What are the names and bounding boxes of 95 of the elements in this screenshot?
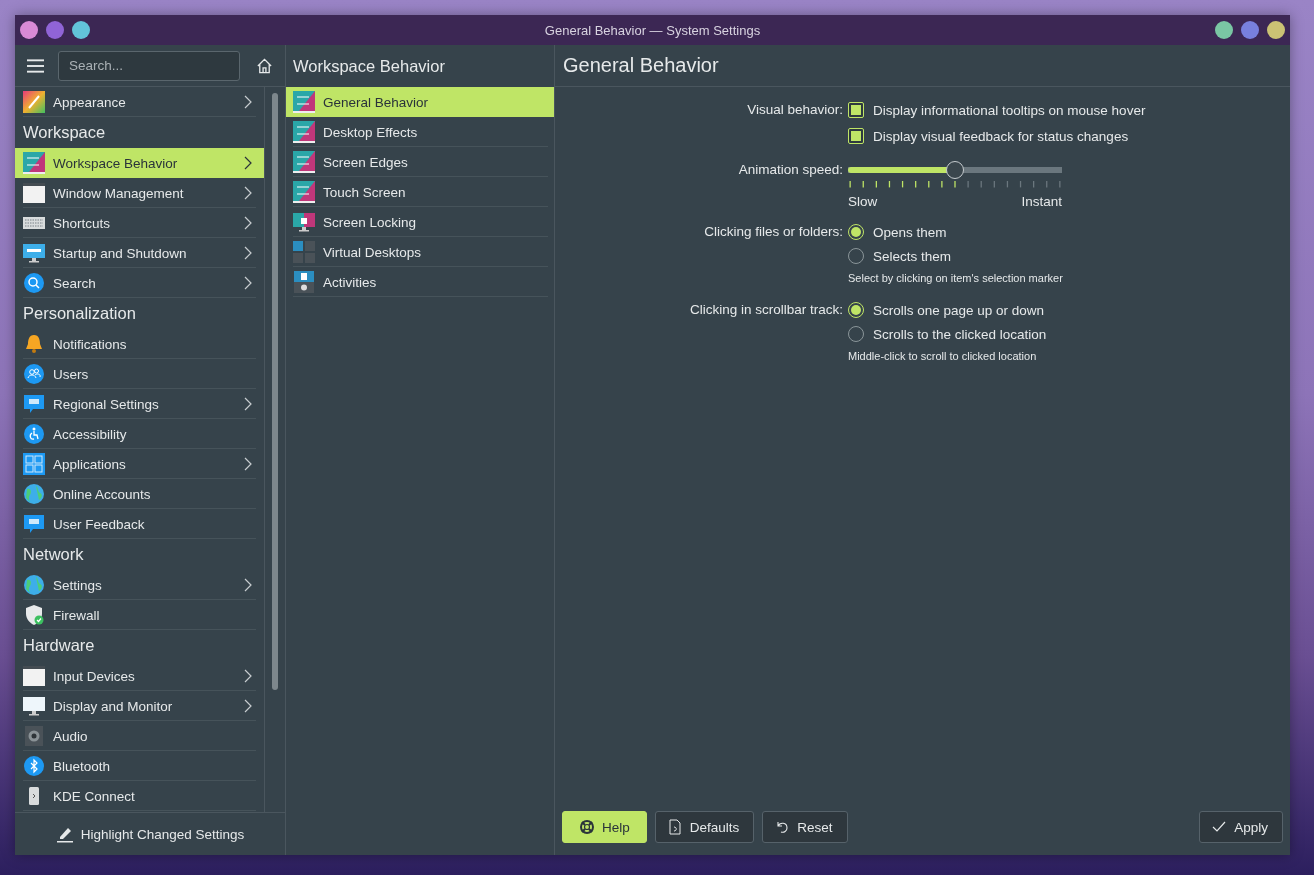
sidebar-item[interactable]: Regional Settings	[15, 389, 264, 419]
shield-icon	[23, 604, 45, 626]
slider-max-label: Instant	[1021, 194, 1062, 209]
section-heading: Network	[22, 544, 85, 565]
sidebar-item[interactable]: User Feedback	[15, 509, 264, 539]
sidebar-item[interactable]: Applications	[15, 449, 264, 479]
home-icon[interactable]	[256, 56, 273, 75]
highlight-changed-settings-button[interactable]: Highlight Changed Settings	[49, 821, 251, 847]
activities-icon	[293, 271, 315, 293]
window-icon	[23, 182, 45, 204]
window-dot-button[interactable]	[20, 21, 38, 39]
radio-label: Scrolls one page up or down	[873, 302, 1045, 318]
panel-title: Workspace Behavior	[293, 56, 445, 76]
sidebar-item[interactable]: Firewall	[15, 600, 264, 630]
monitor-icon	[293, 211, 315, 233]
sidebar-item[interactable]: Accessibility	[15, 419, 264, 449]
sidebar-item[interactable]: Settings	[15, 570, 264, 600]
sidebar-item[interactable]: Input Devices	[15, 661, 264, 691]
checkbox[interactable]	[848, 102, 864, 118]
window-dot-button[interactable]	[1241, 21, 1259, 39]
sidebar-item[interactable]: Bluetooth	[15, 751, 264, 781]
scrollbar-thumb[interactable]	[272, 93, 278, 690]
sidebar-item[interactable]: Users	[15, 359, 264, 389]
globe-icon	[23, 574, 45, 596]
sidebar-item[interactable]: Online Accounts	[15, 479, 264, 509]
section-heading: Personalization	[22, 303, 137, 324]
sidebar-item[interactable]: Display and Monitor	[15, 691, 264, 721]
window-dot-button[interactable]	[1267, 21, 1285, 39]
speech-bubble-icon	[23, 393, 45, 415]
sidebar-item[interactable]: Audio	[15, 721, 264, 751]
window-dot-button[interactable]	[46, 21, 64, 39]
lifebuoy-icon	[579, 819, 595, 835]
highlighter-icon	[55, 825, 74, 843]
slider-thumb[interactable]	[946, 161, 964, 179]
globe-icon	[23, 483, 45, 505]
sidebar-item[interactable]: Startup and Shutdown	[15, 238, 264, 268]
window-dot-button[interactable]	[72, 21, 90, 39]
checkbox-label: Display informational tooltips on mouse hover	[873, 102, 1146, 118]
monitor-icon	[23, 695, 45, 717]
sidebar-item[interactable]: Search	[15, 268, 264, 298]
undo-icon	[774, 819, 791, 835]
footer-button[interactable]: Help	[562, 811, 647, 843]
settings-tile-icon	[293, 121, 315, 143]
grid-icon	[23, 453, 45, 475]
hint-text: Select by clicking on item's selection marker	[848, 271, 1064, 286]
speech-bubble-icon	[23, 513, 45, 535]
field-label: Animation speed:	[737, 161, 843, 179]
menu-icon[interactable]	[27, 58, 44, 73]
hint-text: Middle-click to scroll to clicked location	[848, 349, 1038, 364]
field-label: Visual behavior:	[746, 101, 843, 119]
speaker-icon	[23, 725, 45, 747]
search-field[interactable]: Search...	[58, 50, 240, 81]
field-label: Clicking in scrollbar track:	[688, 301, 843, 319]
checkbox[interactable]	[848, 128, 864, 144]
bell-icon	[23, 333, 45, 355]
users-icon	[23, 363, 45, 385]
window-title: General Behavior — System Settings	[544, 22, 761, 38]
footer-button[interactable]: Reset	[762, 811, 848, 843]
subcategory-item[interactable]: Screen Edges	[286, 147, 554, 177]
apply-button[interactable]: Apply	[1199, 811, 1283, 843]
field-label: Clicking files or folders:	[703, 223, 843, 241]
grid-icon	[293, 241, 315, 263]
subcategory-item[interactable]: Screen Locking	[286, 207, 554, 237]
section-heading: Hardware	[22, 635, 96, 656]
document-icon	[666, 819, 683, 835]
subcategory-item[interactable]: Desktop Effects	[286, 117, 554, 147]
search-icon	[23, 272, 45, 294]
subcategory-item[interactable]: Activities	[286, 267, 554, 297]
radio-label: Opens them	[873, 224, 947, 240]
radio-label: Scrolls to the clicked location	[873, 326, 1047, 342]
settings-tile-icon	[293, 151, 315, 173]
sidebar-item[interactable]: Shortcuts	[15, 208, 264, 238]
radio-label: Selects them	[873, 248, 952, 264]
window-icon	[23, 665, 45, 687]
subcategory-item[interactable]: Virtual Desktops	[286, 237, 554, 267]
settings-tile-icon	[293, 181, 315, 203]
monitor-icon	[23, 242, 45, 264]
page-title: General Behavior	[563, 54, 719, 77]
footer-button[interactable]: Defaults	[654, 811, 755, 843]
window-dot-button[interactable]	[1215, 21, 1233, 39]
checkbox-label: Display visual feedback for status changes	[873, 128, 1129, 144]
palette-icon	[23, 91, 45, 113]
subcategory-item[interactable]: Touch Screen	[286, 177, 554, 207]
settings-tile-icon	[293, 91, 315, 113]
sidebar-item[interactable]: KDE Connect	[15, 781, 264, 811]
bluetooth-icon	[23, 755, 45, 777]
settings-tile-icon	[23, 152, 45, 174]
sidebar-item[interactable]: Window Management	[15, 178, 264, 208]
subcategory-item[interactable]: General Behavior	[286, 87, 554, 117]
section-heading: Workspace	[22, 122, 107, 143]
sidebar-item[interactable]: Notifications	[15, 329, 264, 359]
sidebar-item[interactable]: Workspace Behavior	[15, 148, 264, 178]
sidebar-item[interactable]: Appearance	[15, 87, 264, 117]
slider-min-label: Slow	[848, 194, 878, 209]
accessibility-icon	[23, 423, 45, 445]
